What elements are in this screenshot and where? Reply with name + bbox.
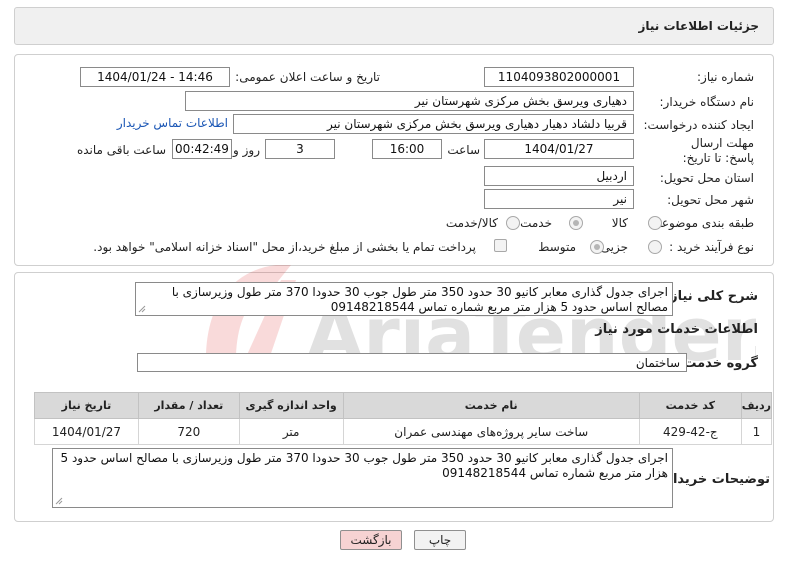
table-header-row: ردیف کد خدمت نام خدمت واحد اندازه گیری ت… (34, 392, 773, 419)
services-section-title: اطلاعات خدمات مورد نیاز (595, 322, 758, 337)
buyer-org-label: نام دستگاه خریدار: (659, 95, 755, 109)
remaining-time-label: ساعت باقی مانده (76, 143, 166, 157)
back-button[interactable]: بازگشت (340, 530, 402, 550)
table-row[interactable]: 1 ج-42-429 ساخت سایر پروژه‌های مهندسی عم… (34, 418, 773, 445)
category-option-goods-service: کالا/خدمت (445, 216, 498, 230)
need-number-field[interactable]: 1104093802000001 (484, 67, 634, 87)
requester-label: ایجاد کننده درخواست: (643, 118, 754, 132)
summary-text: اجرای جدول گذاری معابر کانیو 30 حدود 350… (171, 285, 668, 314)
days-field[interactable]: 3 (265, 139, 335, 159)
service-group-label: گروه خدمت: (678, 356, 758, 371)
requester-field[interactable]: قربیا دلشاد دهیار دهیاری ویرسق بخش مرکزی… (233, 114, 634, 134)
announce-datetime-field[interactable]: 1404/01/24 - 14:46 (80, 67, 230, 87)
deadline-label: مهلت ارسال پاسخ: تا تاریخ: (682, 136, 754, 165)
col-qty-header: تعداد / مقدار (137, 392, 240, 419)
buyer-contact-link[interactable]: اطلاعات تماس خریدار (117, 116, 228, 130)
days-label: روز و (233, 143, 260, 157)
category-option-goods: کالا (611, 216, 628, 230)
summary-textarea[interactable]: اجرای جدول گذاری معابر کانیو 30 حدود 350… (135, 282, 673, 316)
col-code-header: کد خدمت (638, 392, 742, 419)
city-field[interactable]: نیر (484, 189, 634, 209)
col-name-header: نام خدمت (342, 392, 640, 419)
province-field[interactable]: اردبیل (484, 166, 634, 186)
buyer-notes-label: توضیحات خریدار: (660, 472, 770, 487)
col-date-header: تاریخ نیاز (34, 392, 139, 419)
resize-grip-icon[interactable] (138, 305, 146, 313)
service-group-field[interactable]: ساختمان (137, 353, 687, 372)
cell-name: ساخت سایر پروژه‌های مهندسی عمران (342, 418, 640, 445)
cell-date: 1404/01/27 (34, 418, 139, 445)
cell-code: ج-42-429 (638, 418, 742, 445)
deadline-time-label: ساعت (447, 143, 480, 157)
print-button[interactable]: چاپ (414, 530, 466, 550)
summary-label: شرح کلی نیاز: (664, 289, 758, 304)
city-label: شهر محل تحویل: (667, 193, 754, 207)
process-label: نوع فرآیند خرید : (669, 240, 754, 254)
page-header: جزئیات اطلاعات نیاز (14, 7, 774, 45)
buyer-notes-textarea[interactable]: اجرای جدول گذاری معابر کانیو 30 حدود 350… (52, 448, 673, 508)
cell-qty: 720 (137, 418, 240, 445)
category-radio-goods-service[interactable] (506, 216, 520, 230)
need-number-label: شماره نیاز: (697, 70, 754, 84)
treasury-payment-note: پرداخت تمام یا بخشی از مبلغ خرید،از محل … (93, 240, 476, 254)
category-label: طبقه بندی موضوعی: (647, 216, 754, 230)
process-option-minor: جزیی (600, 240, 628, 254)
cell-unit: متر (238, 418, 344, 445)
announce-datetime-label: تاریخ و ساعت اعلان عمومی: (235, 70, 380, 84)
process-radio-minor[interactable] (648, 240, 662, 254)
buyer-org-field[interactable]: دهیاری ویرسق بخش مرکزی شهرستان نیر (185, 91, 634, 111)
page-title: جزئیات اطلاعات نیاز (638, 19, 759, 33)
category-radio-service[interactable] (569, 216, 583, 230)
buyer-notes-text: اجرای جدول گذاری معابر کانیو 30 حدود 350… (60, 451, 669, 480)
process-radio-medium[interactable] (590, 240, 604, 254)
category-option-service: خدمت (520, 216, 552, 230)
remaining-time-field[interactable]: 00:42:49 (172, 139, 232, 159)
resize-grip-icon[interactable] (55, 497, 63, 505)
category-radio-goods[interactable] (648, 216, 662, 230)
process-option-medium: متوسط (538, 240, 576, 254)
cell-row: 1 (740, 418, 773, 445)
treasury-payment-checkbox[interactable] (494, 239, 507, 252)
col-row-header: ردیف (740, 392, 773, 419)
province-label: استان محل تحویل: (659, 171, 754, 185)
deadline-date-field[interactable]: 1404/01/27 (484, 139, 634, 159)
col-unit-header: واحد اندازه گیری (238, 392, 344, 419)
services-table: ردیف کد خدمت نام خدمت واحد اندازه گیری ت… (34, 392, 773, 445)
deadline-time-field[interactable]: 16:00 (372, 139, 442, 159)
